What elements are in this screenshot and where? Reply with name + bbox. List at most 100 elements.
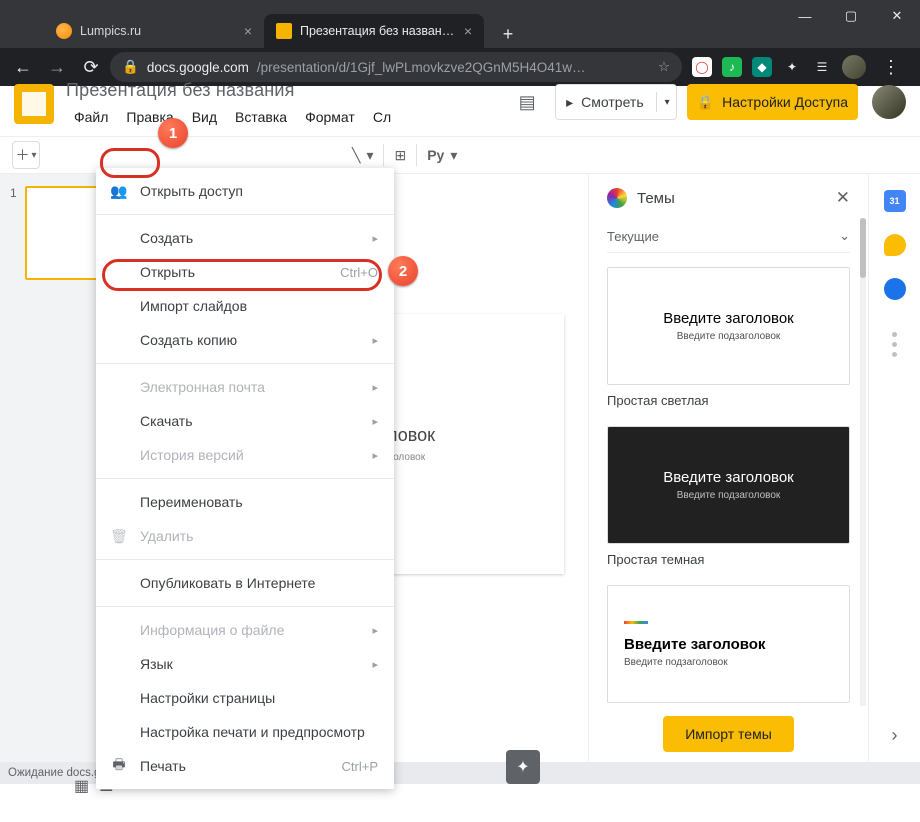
textbox-tool-icon[interactable]: ⊞	[394, 147, 406, 164]
calendar-icon[interactable]	[884, 190, 906, 212]
chevron-right-icon: ▸	[372, 449, 378, 462]
tab-title: Презентация без названия - Go	[300, 24, 456, 38]
browser-tab-lumpics[interactable]: Lumpics.ru ×	[44, 14, 264, 48]
themes-panel: Темы ✕ Текущие ⌄ Введите заголовок Введи…	[588, 174, 868, 762]
explore-button[interactable]: ✦	[506, 750, 540, 784]
chevron-right-icon: ▸	[372, 381, 378, 394]
window-close[interactable]: ✕	[874, 0, 920, 32]
theme-subtitle: Введите подзаголовок	[677, 490, 781, 501]
menu-item-share[interactable]: 👥Открыть доступ	[96, 174, 394, 208]
window-minimize[interactable]: —	[782, 0, 828, 32]
theme-subtitle: Введите подзаголовок	[624, 657, 728, 668]
nav-back-icon[interactable]: ←	[8, 52, 38, 82]
print-icon: 🖶	[110, 754, 128, 778]
chevron-right-icon: ▸	[372, 415, 378, 428]
menu-file[interactable]: Файл	[66, 105, 116, 129]
star-icon[interactable]: ☆	[658, 59, 670, 75]
theme-card-light[interactable]: Введите заголовок Введите подзаголовок	[607, 267, 850, 385]
theme-card-streamline[interactable]: Введите заголовок Введите подзаголовок	[607, 585, 850, 703]
file-menu-dropdown: 👥Открыть доступ Создать▸ ОткрытьCtrl+O И…	[96, 168, 394, 789]
share-label: Настройки Доступа	[722, 94, 848, 110]
share-button[interactable]: 🔒 Настройки Доступа	[687, 84, 858, 120]
menu-item-delete: 🗑Удалить	[96, 519, 394, 553]
favicon-slides	[276, 23, 292, 39]
present-icon: ▸	[566, 94, 573, 111]
callout-badge-2: 2	[388, 256, 418, 286]
user-avatar[interactable]	[872, 85, 906, 119]
ext-opera-icon[interactable]: ◯	[692, 57, 712, 77]
menu-insert[interactable]: Вставка	[227, 105, 295, 129]
window-maximize[interactable]: ▢	[828, 0, 874, 32]
nav-forward-icon: →	[42, 52, 72, 82]
themes-scrollbar[interactable]	[860, 218, 866, 706]
close-themes-icon[interactable]: ✕	[836, 188, 850, 208]
rail-collapse-icon[interactable]: ›	[892, 725, 898, 746]
ext-music-icon[interactable]: ♪	[722, 57, 742, 77]
lock-icon: 🔒	[122, 59, 139, 75]
menu-format[interactable]: Формат	[297, 105, 363, 129]
theme-card-dark[interactable]: Введите заголовок Введите подзаголовок	[607, 426, 850, 544]
current-theme-row[interactable]: Текущие ⌄	[607, 220, 850, 253]
menu-item-create[interactable]: Создать▸	[96, 221, 394, 255]
current-label: Текущие	[607, 229, 659, 244]
keep-icon[interactable]	[884, 234, 906, 256]
ext-adblock-icon[interactable]: ◆	[752, 57, 772, 77]
chevron-right-icon: ▸	[372, 624, 378, 637]
menu-item-open[interactable]: ОткрытьCtrl+O	[96, 255, 394, 289]
menu-item-download[interactable]: Скачать▸	[96, 404, 394, 438]
menu-slide[interactable]: Сл	[365, 105, 399, 129]
menu-item-publish[interactable]: Опубликовать в Интернете	[96, 566, 394, 600]
import-theme-button[interactable]: Импорт темы	[663, 716, 794, 752]
new-slide-button[interactable]: ＋▾	[12, 141, 40, 169]
doc-title[interactable]: Презентация без названия	[66, 80, 509, 101]
theme-title: Введите заголовок	[663, 469, 794, 486]
menu-item-make-copy[interactable]: Создать копию▸	[96, 323, 394, 357]
present-button[interactable]: ▸ Смотреть ▾	[555, 84, 677, 120]
present-label: Смотреть	[581, 94, 643, 110]
menu-item-import-slides[interactable]: Импорт слайдов	[96, 289, 394, 323]
chevron-right-icon: ▸	[372, 334, 378, 347]
browser-menu-icon[interactable]: ⋮	[876, 57, 906, 78]
browser-avatar[interactable]	[842, 55, 866, 79]
themes-header: Темы	[637, 190, 826, 207]
comments-icon[interactable]: ▤	[509, 84, 545, 120]
menu-item-email: Электронная почта▸	[96, 370, 394, 404]
tab-title: Lumpics.ru	[80, 24, 236, 38]
theme-subtitle: Введите подзаголовок	[677, 331, 781, 342]
reading-list-icon[interactable]: ☰	[812, 57, 832, 77]
grid-view-icon[interactable]: ▦	[74, 776, 89, 796]
menu-item-print[interactable]: 🖶ПечатьCtrl+P	[96, 749, 394, 783]
shortcut: Ctrl+O	[340, 265, 378, 280]
theme-name: Простая светлая	[607, 393, 850, 408]
theme-title: Введите заголовок	[663, 310, 794, 327]
menu-item-print-setup[interactable]: Настройка печати и предпросмотр	[96, 715, 394, 749]
theme-name: Простая темная	[607, 552, 850, 567]
side-rail: ›	[868, 174, 920, 762]
favicon-lumpics	[56, 23, 72, 39]
chevron-down-icon: ⌄	[839, 228, 850, 244]
menu-view[interactable]: Вид	[184, 105, 225, 129]
slides-header: Презентация без названия Файл Правка Вид…	[0, 72, 920, 136]
browser-chrome: Lumpics.ru × Презентация без названия - …	[0, 0, 920, 72]
menu-item-page-setup[interactable]: Настройки страницы	[96, 681, 394, 715]
new-tab-button[interactable]: +	[494, 20, 522, 48]
rail-more-icon[interactable]	[892, 332, 897, 357]
slides-logo-icon[interactable]	[14, 84, 54, 124]
menu-item-rename[interactable]: Переименовать	[96, 485, 394, 519]
accent-bar	[624, 621, 648, 624]
browser-tab-slides[interactable]: Презентация без названия - Go ×	[264, 14, 484, 48]
chevron-right-icon: ▸	[372, 232, 378, 245]
tab-close-icon[interactable]: ×	[464, 23, 472, 39]
tab-close-icon[interactable]: ×	[244, 23, 252, 39]
address-bar[interactable]: 🔒 docs.google.com /presentation/d/1Gjf_l…	[110, 52, 682, 82]
url-domain: docs.google.com	[147, 60, 249, 75]
menu-item-language[interactable]: Язык▸	[96, 647, 394, 681]
line-tool-icon[interactable]: ╲	[352, 147, 360, 164]
lang-indicator[interactable]: Ру	[427, 147, 444, 163]
nav-reload-icon[interactable]: ⟳	[76, 52, 106, 82]
chevron-down-icon[interactable]: ▾	[665, 97, 670, 108]
tasks-icon[interactable]	[884, 278, 906, 300]
extensions-icon[interactable]: ✦	[782, 57, 802, 77]
trash-icon: 🗑	[110, 528, 128, 545]
slide-number: 1	[10, 186, 17, 280]
